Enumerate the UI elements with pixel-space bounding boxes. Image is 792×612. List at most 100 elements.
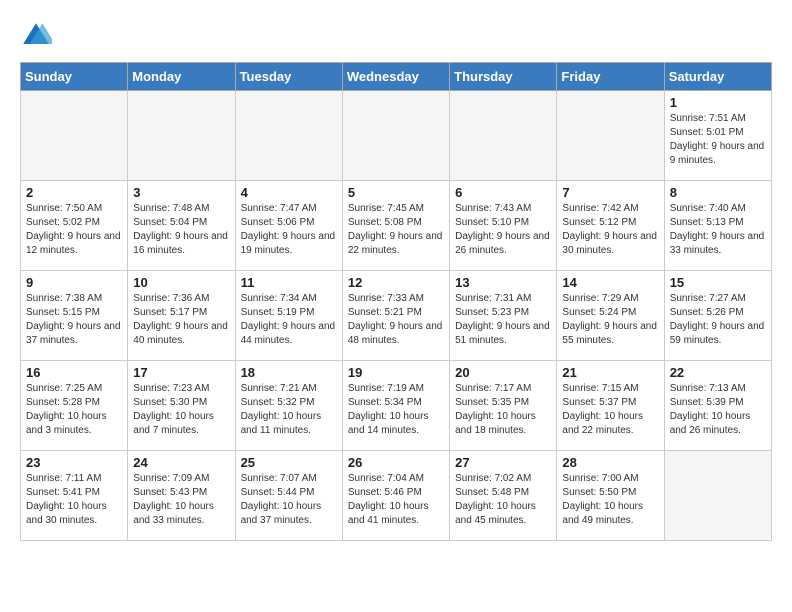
day-cell (450, 91, 557, 181)
day-cell: 14 Sunrise: 7:29 AM Sunset: 5:24 PM Dayli… (557, 271, 664, 361)
day-number: 14 (562, 275, 658, 290)
day-number: 22 (670, 365, 766, 380)
day-cell: 12 Sunrise: 7:33 AM Sunset: 5:21 PM Dayli… (342, 271, 449, 361)
day-info: Sunrise: 7:29 AM Sunset: 5:24 PM Dayligh… (562, 292, 658, 348)
logo (20, 20, 56, 52)
day-number: 18 (241, 365, 337, 380)
week-row-3: 16Sunrise: 7:25 AM Sunset: 5:28 PM Dayli… (21, 361, 772, 451)
day-cell: 4Sunrise: 7:47 AM Sunset: 5:06 PM Daylig… (235, 181, 342, 271)
day-cell: 23 Sunrise: 7:11 AM Sunset: 5:41 PM Dayli… (21, 451, 128, 541)
day-number: 9 (26, 275, 122, 290)
day-cell: 9 Sunrise: 7:38 AM Sunset: 5:15 PM Daylig… (21, 271, 128, 361)
day-info: Sunrise: 7:09 AM Sunset: 5:43 PM Dayligh… (133, 472, 229, 528)
header-saturday: Saturday (664, 63, 771, 91)
day-cell: 22 Sunrise: 7:13 AM Sunset: 5:39 PM Dayli… (664, 361, 771, 451)
day-number: 23 (26, 455, 122, 470)
day-info: Sunrise: 7:15 AM Sunset: 5:37 PM Dayligh… (562, 382, 658, 438)
day-cell: 20 Sunrise: 7:17 AM Sunset: 5:35 PM Dayli… (450, 361, 557, 451)
day-info: Sunrise: 7:25 AM Sunset: 5:28 PM Dayligh… (26, 382, 122, 438)
day-number: 12 (348, 275, 444, 290)
day-cell: 16Sunrise: 7:25 AM Sunset: 5:28 PM Dayli… (21, 361, 128, 451)
day-info: Sunrise: 7:48 AM Sunset: 5:04 PM Dayligh… (133, 202, 229, 258)
day-number: 17 (133, 365, 229, 380)
day-cell (664, 451, 771, 541)
day-cell: 13Sunrise: 7:31 AM Sunset: 5:23 PM Dayli… (450, 271, 557, 361)
day-number: 8 (670, 185, 766, 200)
day-number: 20 (455, 365, 551, 380)
day-cell (557, 91, 664, 181)
day-cell: 21 Sunrise: 7:15 AM Sunset: 5:37 PM Dayli… (557, 361, 664, 451)
day-number: 6 (455, 185, 551, 200)
day-info: Sunrise: 7:21 AM Sunset: 5:32 PM Dayligh… (241, 382, 337, 438)
week-row-2: 9 Sunrise: 7:38 AM Sunset: 5:15 PM Daylig… (21, 271, 772, 361)
day-number: 3 (133, 185, 229, 200)
day-cell: 15 Sunrise: 7:27 AM Sunset: 5:26 PM Dayli… (664, 271, 771, 361)
day-number: 5 (348, 185, 444, 200)
day-cell (342, 91, 449, 181)
day-cell: 26 Sunrise: 7:04 AM Sunset: 5:46 PM Dayli… (342, 451, 449, 541)
day-number: 13 (455, 275, 551, 290)
day-cell: 19 Sunrise: 7:19 AM Sunset: 5:34 PM Dayli… (342, 361, 449, 451)
day-cell (128, 91, 235, 181)
day-info: Sunrise: 7:17 AM Sunset: 5:35 PM Dayligh… (455, 382, 551, 438)
day-cell: 6 Sunrise: 7:43 AM Sunset: 5:10 PM Daylig… (450, 181, 557, 271)
day-number: 28 (562, 455, 658, 470)
day-cell: 5 Sunrise: 7:45 AM Sunset: 5:08 PM Daylig… (342, 181, 449, 271)
day-number: 15 (670, 275, 766, 290)
day-cell (21, 91, 128, 181)
day-info: Sunrise: 7:13 AM Sunset: 5:39 PM Dayligh… (670, 382, 766, 438)
day-info: Sunrise: 7:27 AM Sunset: 5:26 PM Dayligh… (670, 292, 766, 348)
header-friday: Friday (557, 63, 664, 91)
day-cell: 27 Sunrise: 7:02 AM Sunset: 5:48 PM Dayli… (450, 451, 557, 541)
day-info: Sunrise: 7:19 AM Sunset: 5:34 PM Dayligh… (348, 382, 444, 438)
day-info: Sunrise: 7:00 AM Sunset: 5:50 PM Dayligh… (562, 472, 658, 528)
day-number: 19 (348, 365, 444, 380)
header-sunday: Sunday (21, 63, 128, 91)
day-cell: 7 Sunrise: 7:42 AM Sunset: 5:12 PM Daylig… (557, 181, 664, 271)
header-tuesday: Tuesday (235, 63, 342, 91)
day-info: Sunrise: 7:38 AM Sunset: 5:15 PM Dayligh… (26, 292, 122, 348)
day-number: 24 (133, 455, 229, 470)
header-thursday: Thursday (450, 63, 557, 91)
day-info: Sunrise: 7:40 AM Sunset: 5:13 PM Dayligh… (670, 202, 766, 258)
day-info: Sunrise: 7:02 AM Sunset: 5:48 PM Dayligh… (455, 472, 551, 528)
day-info: Sunrise: 7:11 AM Sunset: 5:41 PM Dayligh… (26, 472, 122, 528)
day-info: Sunrise: 7:33 AM Sunset: 5:21 PM Dayligh… (348, 292, 444, 348)
day-info: Sunrise: 7:42 AM Sunset: 5:12 PM Dayligh… (562, 202, 658, 258)
day-info: Sunrise: 7:04 AM Sunset: 5:46 PM Dayligh… (348, 472, 444, 528)
day-number: 10 (133, 275, 229, 290)
day-number: 21 (562, 365, 658, 380)
day-cell: 18 Sunrise: 7:21 AM Sunset: 5:32 PM Dayli… (235, 361, 342, 451)
page-header (20, 20, 772, 52)
day-info: Sunrise: 7:45 AM Sunset: 5:08 PM Dayligh… (348, 202, 444, 258)
day-cell: 3 Sunrise: 7:48 AM Sunset: 5:04 PM Daylig… (128, 181, 235, 271)
day-info: Sunrise: 7:36 AM Sunset: 5:17 PM Dayligh… (133, 292, 229, 348)
day-number: 7 (562, 185, 658, 200)
day-cell: 17 Sunrise: 7:23 AM Sunset: 5:30 PM Dayli… (128, 361, 235, 451)
calendar-body: 1Sunrise: 7:51 AM Sunset: 5:01 PM Daylig… (21, 91, 772, 541)
day-cell: 24 Sunrise: 7:09 AM Sunset: 5:43 PM Dayli… (128, 451, 235, 541)
day-cell: 28 Sunrise: 7:00 AM Sunset: 5:50 PM Dayli… (557, 451, 664, 541)
day-cell: 10 Sunrise: 7:36 AM Sunset: 5:17 PM Dayli… (128, 271, 235, 361)
day-number: 25 (241, 455, 337, 470)
day-cell: 1Sunrise: 7:51 AM Sunset: 5:01 PM Daylig… (664, 91, 771, 181)
day-cell: 8 Sunrise: 7:40 AM Sunset: 5:13 PM Daylig… (664, 181, 771, 271)
week-row-0: 1Sunrise: 7:51 AM Sunset: 5:01 PM Daylig… (21, 91, 772, 181)
day-number: 26 (348, 455, 444, 470)
day-info: Sunrise: 7:51 AM Sunset: 5:01 PM Dayligh… (670, 112, 766, 168)
logo-icon (20, 20, 52, 52)
day-info: Sunrise: 7:34 AM Sunset: 5:19 PM Dayligh… (241, 292, 337, 348)
day-info: Sunrise: 7:43 AM Sunset: 5:10 PM Dayligh… (455, 202, 551, 258)
header-monday: Monday (128, 63, 235, 91)
day-cell: 25Sunrise: 7:07 AM Sunset: 5:44 PM Dayli… (235, 451, 342, 541)
day-cell (235, 91, 342, 181)
header-wednesday: Wednesday (342, 63, 449, 91)
day-number: 11 (241, 275, 337, 290)
day-cell: 2 Sunrise: 7:50 AM Sunset: 5:02 PM Daylig… (21, 181, 128, 271)
day-number: 2 (26, 185, 122, 200)
day-info: Sunrise: 7:50 AM Sunset: 5:02 PM Dayligh… (26, 202, 122, 258)
calendar-header: SundayMondayTuesdayWednesdayThursdayFrid… (21, 63, 772, 91)
header-row: SundayMondayTuesdayWednesdayThursdayFrid… (21, 63, 772, 91)
day-number: 27 (455, 455, 551, 470)
day-info: Sunrise: 7:23 AM Sunset: 5:30 PM Dayligh… (133, 382, 229, 438)
